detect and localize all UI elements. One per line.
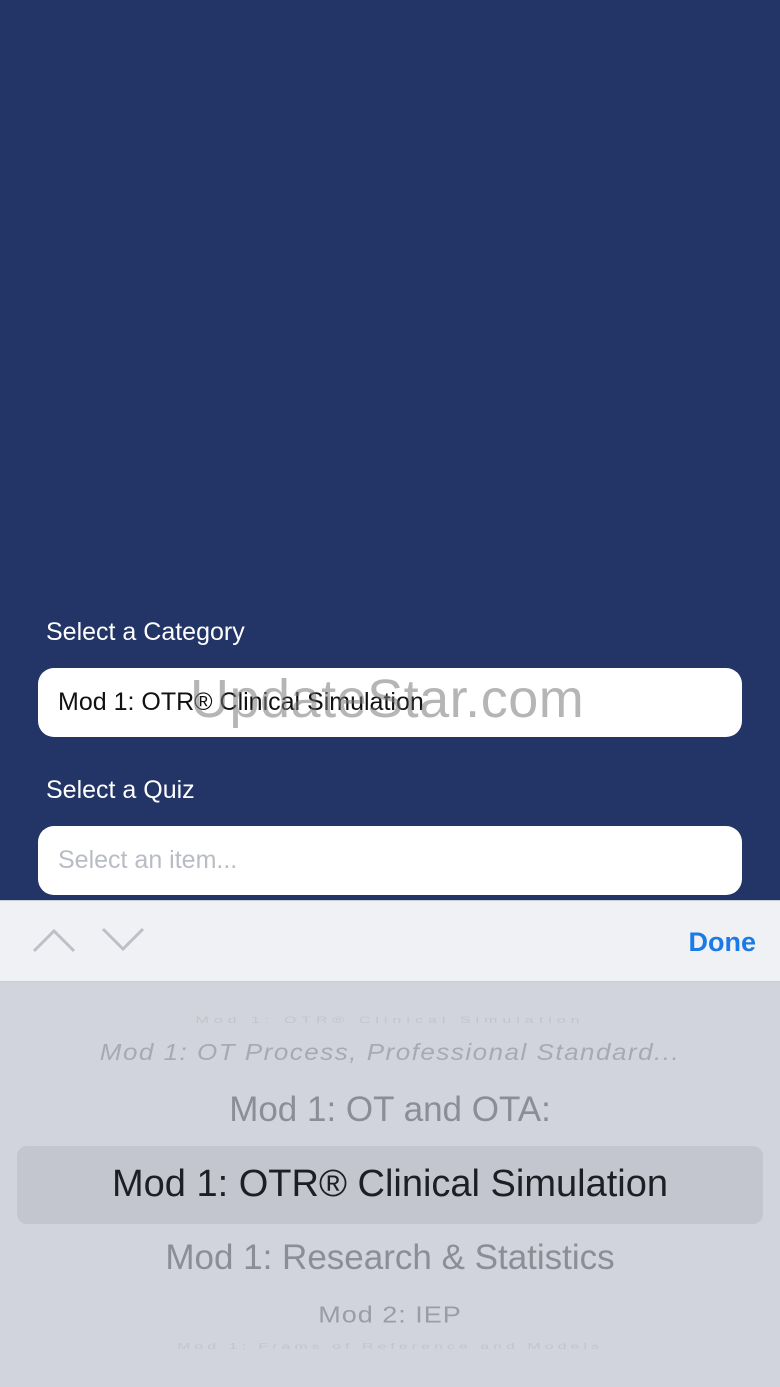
picker-option-selected[interactable]: Mod 1: OTR® Clinical Simulation [0,1163,780,1206]
picker-wheel[interactable]: Mod 1: OTR® Clinical Simulation Mod 1: O… [0,982,780,1387]
picker-option[interactable]: Mod 1: Research & Statistics [0,1238,780,1278]
picker-option[interactable]: Mod 1: OT Process, Professional Standard… [0,1039,780,1066]
done-button[interactable]: Done [689,901,757,983]
chevron-down-icon[interactable] [100,923,146,957]
picker-option[interactable]: Mod 1: OTR® Clinical Simulation [0,1016,780,1026]
picker-option[interactable]: Mod 2: IEP [0,1302,780,1328]
category-field[interactable]: Mod 1: OTR® Clinical Simulation [38,668,742,737]
picker-option[interactable]: Mod 1: OT and OTA: [0,1090,780,1130]
chevron-up-icon[interactable] [31,923,77,957]
picker-option[interactable]: Mod 1: Frams of Reference and Models [0,1343,780,1352]
category-label: Select a Category [46,618,245,646]
quiz-field[interactable]: Select an item... [38,826,742,895]
category-value: Mod 1: OTR® Clinical Simulation [58,688,424,716]
quiz-label: Select a Quiz [46,776,195,804]
quiz-placeholder: Select an item... [58,846,238,874]
keyboard-toolbar: Done [0,900,780,982]
